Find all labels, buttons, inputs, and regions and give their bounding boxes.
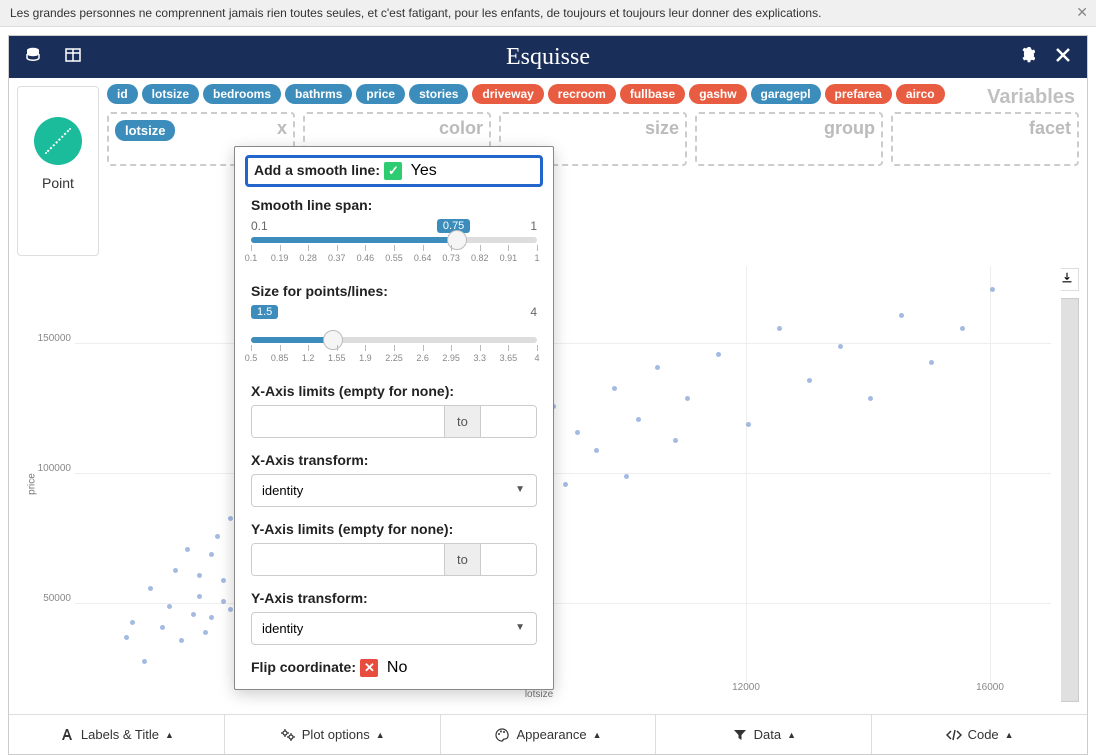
dropzone-facet[interactable]: facet	[891, 112, 1079, 166]
flip-coordinate-row: Flip coordinate: ✕ No	[251, 659, 537, 677]
xtrans-label: X-Axis transform:	[251, 452, 537, 468]
to-separator: to	[444, 544, 481, 575]
tab-labels-title[interactable]: Labels & Title ▲	[9, 715, 225, 754]
caret-up-icon: ▲	[376, 730, 385, 740]
size-value-badge: 1.5	[251, 305, 278, 319]
variable-badge-price[interactable]: price	[356, 84, 405, 104]
smooth-line-toggle-row: Add a smooth line: ✓ Yes	[245, 155, 543, 187]
variables-label: Variables	[987, 86, 1075, 109]
smooth-line-label: Add a smooth line:	[254, 162, 380, 178]
variable-badge-lotsize[interactable]: lotsize	[142, 84, 199, 104]
tab-data[interactable]: Data ▲	[656, 715, 872, 754]
variable-badge-prefarea[interactable]: prefarea	[825, 84, 892, 104]
header-bar: Esquisse	[9, 36, 1087, 78]
xtrans-select[interactable]: identity	[251, 474, 537, 507]
variable-badge-gashw[interactable]: gashw	[689, 84, 746, 104]
xlim-label: X-Axis limits (empty for none):	[251, 383, 537, 399]
variable-badge-airco[interactable]: airco	[896, 84, 945, 104]
variable-badge-bedrooms[interactable]: bedrooms	[203, 84, 281, 104]
size-label: Size for points/lines:	[251, 283, 537, 299]
caret-up-icon: ▲	[165, 730, 174, 740]
close-icon[interactable]: ✕	[1076, 4, 1088, 21]
variable-badge-fullbase[interactable]: fullbase	[620, 84, 685, 104]
x-axis-ticks: 400080001200016000	[75, 682, 1051, 696]
x-mapping-badge[interactable]: lotsize	[115, 120, 175, 141]
variable-badge-bathrms[interactable]: bathrms	[285, 84, 352, 104]
ylim-inputs: to	[251, 543, 537, 576]
flip-value: No	[387, 659, 407, 676]
span-label: Smooth line span:	[251, 197, 537, 213]
geom-point-icon	[34, 117, 82, 165]
dropzone-group[interactable]: group	[695, 112, 883, 166]
xlim-to-input[interactable]	[481, 406, 537, 437]
caret-up-icon: ▲	[593, 730, 602, 740]
variable-badges: idlotsizebedroomsbathrmspricestoriesdriv…	[107, 84, 1079, 104]
variable-badge-driveway[interactable]: driveway	[472, 84, 543, 104]
caret-up-icon: ▲	[787, 730, 796, 740]
filter-icon	[732, 727, 748, 743]
close-app-icon[interactable]	[1055, 47, 1071, 68]
variable-badge-recroom[interactable]: recroom	[548, 84, 616, 104]
plot-canvas	[75, 266, 1051, 682]
tab-appearance[interactable]: Appearance ▲	[441, 715, 657, 754]
gears-icon	[280, 727, 296, 743]
ytrans-label: Y-Axis transform:	[251, 590, 537, 606]
geom-panel[interactable]: Point	[17, 86, 99, 256]
plot-options-panel: Add a smooth line: ✓ Yes Smooth line spa…	[234, 146, 554, 690]
variable-badge-stories[interactable]: stories	[409, 84, 468, 104]
app-title: Esquisse	[506, 44, 590, 71]
checkbox-checked-icon[interactable]: ✓	[384, 162, 402, 180]
palette-icon	[494, 727, 510, 743]
code-icon	[946, 727, 962, 743]
variable-badge-id[interactable]: id	[107, 84, 138, 104]
ylim-to-input[interactable]	[481, 544, 537, 575]
span-slider[interactable]: 0.1 0.75 1 0.10.190.280.370.460.550.640.…	[251, 219, 537, 269]
y-axis-ticks: 50000100000150000	[35, 266, 75, 682]
xlim-inputs: to	[251, 405, 537, 438]
caret-up-icon: ▲	[1005, 730, 1014, 740]
size-slider[interactable]: 0.5 1.5 4 0.50.851.21.551.92.252.62.953.…	[251, 305, 537, 369]
dropzone-x-label: x	[277, 118, 287, 139]
banner-text: Les grandes personnes ne comprennent jam…	[10, 6, 821, 20]
tab-code[interactable]: Code ▲	[872, 715, 1087, 754]
flip-label: Flip coordinate:	[251, 659, 356, 675]
table-icon[interactable]	[65, 47, 81, 68]
smooth-line-value: Yes	[411, 162, 437, 179]
ytrans-select[interactable]: identity	[251, 612, 537, 645]
tab-plot-options[interactable]: Plot options ▲	[225, 715, 441, 754]
gear-icon[interactable]	[1019, 47, 1035, 68]
ylim-label: Y-Axis limits (empty for none):	[251, 521, 537, 537]
app-frame: Esquisse Point idlotsizebedroomsbathrmsp…	[8, 35, 1088, 755]
info-banner: Les grandes personnes ne comprennent jam…	[0, 0, 1096, 27]
font-icon	[59, 727, 75, 743]
to-separator: to	[444, 406, 481, 437]
variable-badge-garagepl[interactable]: garagepl	[751, 84, 821, 104]
geom-label: Point	[18, 175, 98, 191]
xlim-from-input[interactable]	[252, 406, 444, 437]
ylim-from-input[interactable]	[252, 544, 444, 575]
database-icon[interactable]	[25, 47, 41, 68]
checkbox-unchecked-icon[interactable]: ✕	[360, 659, 378, 677]
bottom-tabs: Labels & Title ▲ Plot options ▲ Appearan…	[9, 714, 1087, 754]
